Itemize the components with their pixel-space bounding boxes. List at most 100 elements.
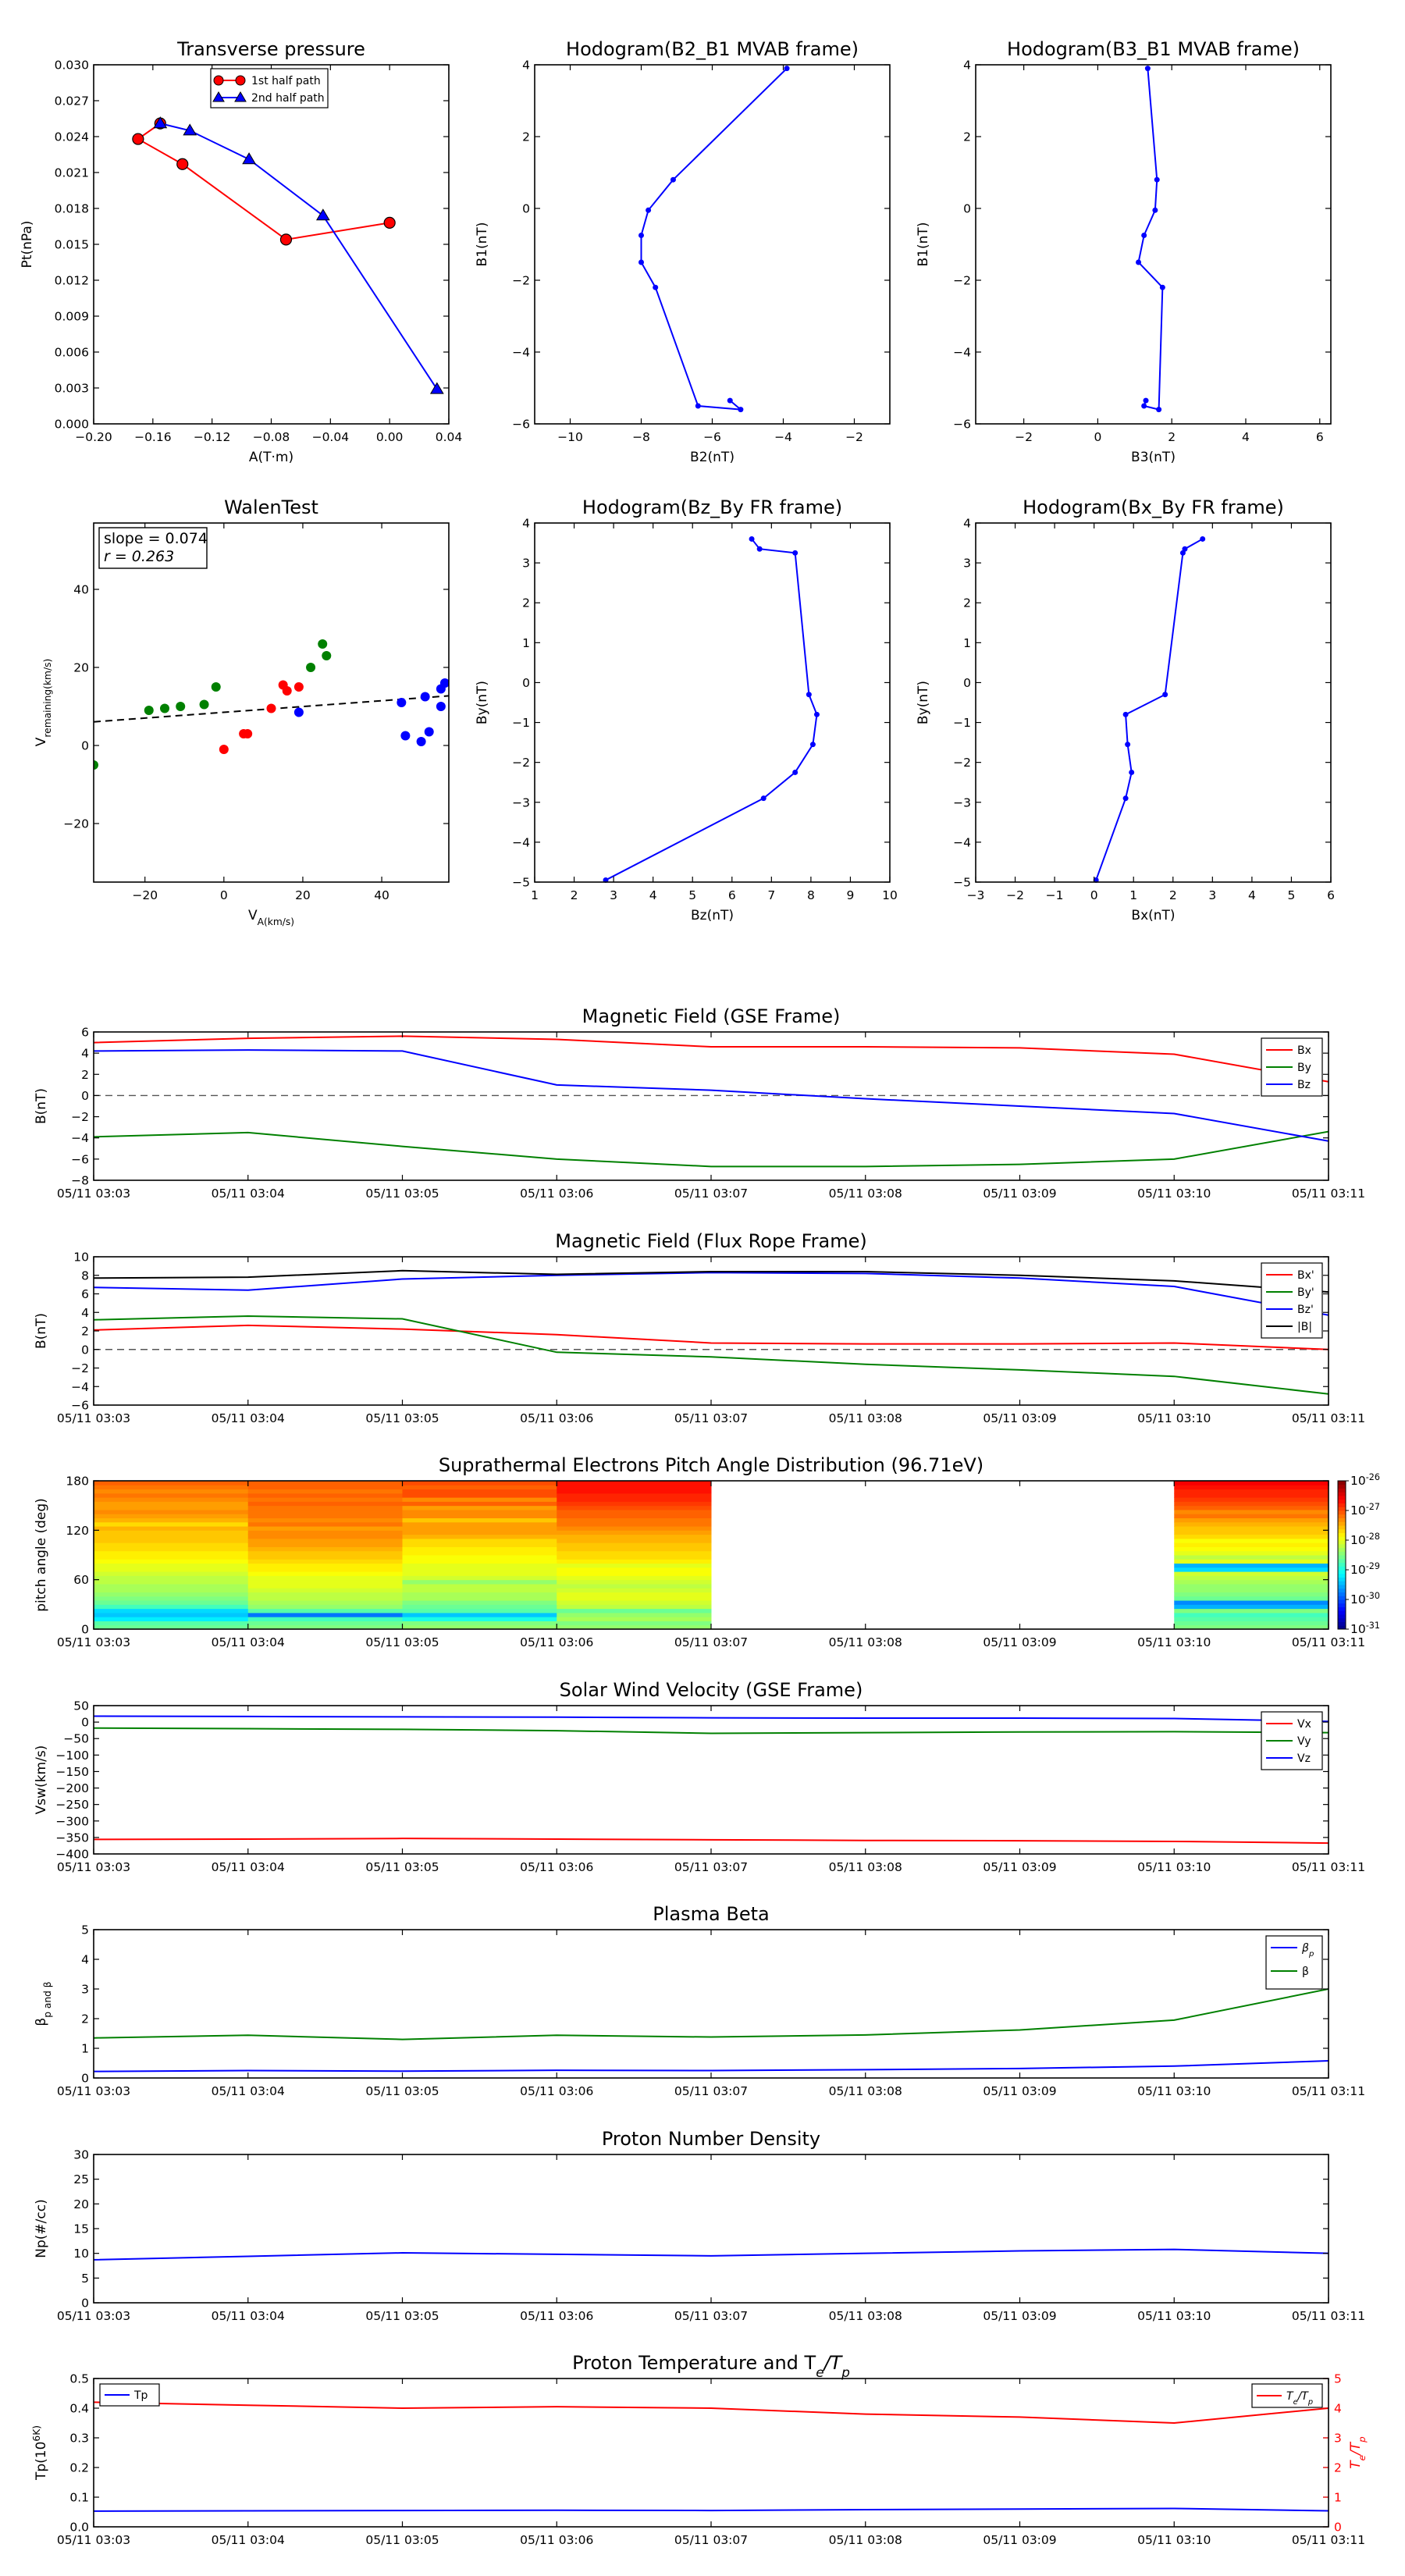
x-tick-label: 05/11 03:10 bbox=[1137, 2309, 1211, 2323]
heatmap-cell bbox=[1174, 1579, 1329, 1585]
colorbar-segment bbox=[1338, 1588, 1346, 1592]
panel-title: Solar Wind Velocity (GSE Frame) bbox=[560, 1679, 863, 1701]
y-tick-label: −2 bbox=[512, 274, 530, 288]
x-tick-label: 05/11 03:08 bbox=[829, 1635, 902, 1649]
x-tick-label: 05/11 03:09 bbox=[983, 1411, 1056, 1425]
y-tick-label: 50 bbox=[73, 1699, 89, 1713]
y-axis-label: By(nT) bbox=[475, 681, 490, 724]
y-tick-label: 0.021 bbox=[55, 166, 89, 180]
colorbar-segment bbox=[1338, 1581, 1346, 1585]
data-point bbox=[1156, 407, 1162, 413]
y-tick-label: 3 bbox=[522, 557, 530, 571]
plot-frame bbox=[93, 64, 450, 425]
x-tick-label: −6 bbox=[703, 430, 721, 444]
heatmap-cell bbox=[402, 1514, 557, 1518]
data-point bbox=[322, 651, 332, 660]
heatmap-cell bbox=[402, 1579, 557, 1585]
heatmap-cell bbox=[1174, 1567, 1329, 1572]
heatmap-cell bbox=[402, 1600, 557, 1605]
y2-axis-label: Te/Tp bbox=[1348, 2436, 1368, 2468]
data-point bbox=[199, 699, 209, 710]
x-tick-label: 0.04 bbox=[436, 430, 463, 444]
legend-label: |B| bbox=[1297, 1321, 1312, 1333]
heatmap-cell bbox=[1174, 1583, 1329, 1589]
heatmap-cell bbox=[1174, 1563, 1329, 1568]
heatmap-cell bbox=[1174, 1505, 1329, 1510]
legend-box bbox=[1265, 1935, 1323, 1990]
heatmap-cell bbox=[94, 1534, 249, 1539]
colorbar-segment bbox=[1338, 1596, 1346, 1600]
heatmap-cell bbox=[94, 1526, 249, 1531]
colorbar-segment bbox=[1338, 1577, 1346, 1582]
x-tick-label: 05/11 03:10 bbox=[1137, 1860, 1211, 1874]
x-tick-label: 05/11 03:04 bbox=[212, 2309, 285, 2323]
heatmap-cell bbox=[247, 1559, 403, 1564]
heatmap-cell bbox=[1174, 1608, 1329, 1614]
data-point bbox=[1125, 742, 1131, 748]
y-axis-label: Vsw(km/s) bbox=[34, 1745, 49, 1815]
colorbar-segment bbox=[1338, 1614, 1346, 1619]
heatmap-cell bbox=[247, 1538, 403, 1543]
y-tick-label: 15 bbox=[73, 2222, 89, 2236]
heatmap-cell bbox=[402, 1481, 557, 1485]
x-tick-label: 05/11 03:07 bbox=[674, 1411, 748, 1425]
heatmap-cell bbox=[557, 1509, 712, 1514]
colorbar-segment bbox=[1338, 1562, 1346, 1567]
heatmap-cell bbox=[557, 1617, 712, 1621]
legend-label: β bbox=[1302, 1966, 1309, 1978]
y-tick-label: 0.5 bbox=[69, 2372, 89, 2386]
x-tick-label: 4 bbox=[649, 888, 657, 902]
y-tick-label: 4 bbox=[963, 517, 971, 531]
y-tick-label: 0 bbox=[81, 1623, 89, 1637]
heatmap-cell bbox=[557, 1481, 712, 1485]
heatmap-cell bbox=[94, 1612, 249, 1617]
heatmap-cell bbox=[247, 1608, 403, 1614]
data-point bbox=[436, 702, 446, 711]
x-tick-label: −2 bbox=[845, 430, 863, 444]
legend-label: Bz bbox=[1297, 1079, 1311, 1091]
x-tick-label: 05/11 03:06 bbox=[520, 2533, 593, 2547]
x-tick-label: 05/11 03:05 bbox=[365, 1635, 439, 1649]
data-point bbox=[670, 176, 676, 183]
y-tick-label: 10 bbox=[73, 2247, 89, 2261]
data-point bbox=[638, 259, 644, 265]
data-point bbox=[1122, 711, 1129, 717]
legend-label: Vx bbox=[1297, 1718, 1311, 1731]
y-tick-label: 20 bbox=[73, 2197, 89, 2211]
heatmap-cell bbox=[1174, 1481, 1329, 1485]
data-point bbox=[416, 737, 426, 746]
data-point bbox=[306, 663, 316, 672]
x-tick-label: 2 bbox=[1169, 888, 1177, 902]
data-point bbox=[813, 711, 820, 717]
heatmap-cell bbox=[402, 1542, 557, 1547]
panel-hodo-bxby: Hodogram(Bx_By FR frame) −5 −4 −3 −2 −1 0 1 2 3 4 −… bbox=[916, 496, 1335, 923]
x-tick-label: 05/11 03:09 bbox=[983, 2533, 1056, 2547]
heatmap-cell bbox=[94, 1559, 249, 1564]
x-tick-label: 05/11 03:04 bbox=[212, 1635, 285, 1649]
heatmap-cell bbox=[1174, 1546, 1329, 1552]
x-tick-label: 5 bbox=[1288, 888, 1296, 902]
plot-frame bbox=[93, 2378, 1329, 2528]
x-tick-label: 05/11 03:04 bbox=[212, 1187, 285, 1201]
y-tick-label: 4 bbox=[81, 1306, 89, 1320]
y-tick-label: 0 bbox=[81, 739, 89, 753]
y-tick-label: 60 bbox=[73, 1573, 89, 1587]
y-tick-label: −150 bbox=[55, 1765, 89, 1779]
heatmap-cell bbox=[247, 1617, 403, 1621]
heatmap-cell bbox=[94, 1596, 249, 1601]
x-tick-label: 05/11 03:08 bbox=[829, 1411, 902, 1425]
x-tick-label: −0.12 bbox=[194, 430, 231, 444]
heatmap-cell bbox=[247, 1583, 403, 1589]
heatmap-cell bbox=[402, 1489, 557, 1494]
panel-hodo-b2b1: Hodogram(B2_B1 MVAB frame) −6 −4 −2 0 2 4 −10 −8… bbox=[475, 38, 891, 465]
x-tick-label: 4 bbox=[1242, 430, 1250, 444]
colorbar-tick-label: 10-26 bbox=[1350, 1472, 1380, 1489]
heatmap-cell bbox=[402, 1571, 557, 1576]
y-tick-label: −350 bbox=[55, 1831, 89, 1845]
x-tick-label: 3 bbox=[1208, 888, 1216, 902]
data-point bbox=[756, 546, 763, 552]
panel-mag-fr: Magnetic Field (Flux Rope Frame) −6 −4 −2 0 2… bbox=[34, 1230, 1365, 1425]
heatmap-cell bbox=[402, 1596, 557, 1601]
plot-frame bbox=[975, 522, 1332, 883]
y-tick-label: 0.000 bbox=[55, 418, 89, 432]
